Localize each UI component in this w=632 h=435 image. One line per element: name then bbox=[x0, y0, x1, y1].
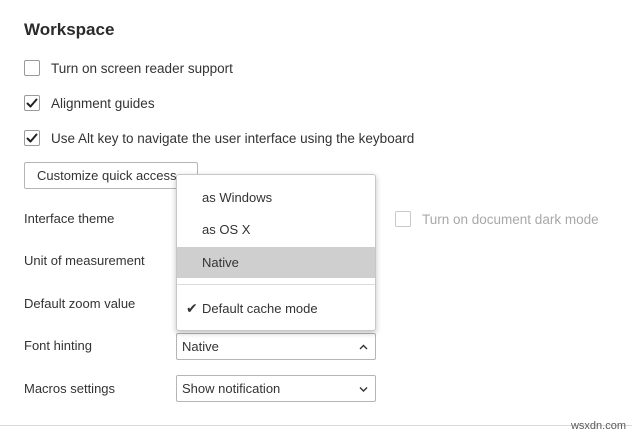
dark-mode-label: Turn on document dark mode bbox=[422, 211, 599, 227]
bottom-divider bbox=[0, 425, 632, 426]
macros-settings-select[interactable]: Show notification bbox=[176, 375, 376, 402]
font-hinting-select[interactable]: Native bbox=[176, 333, 376, 360]
interface-theme-label: Interface theme bbox=[24, 211, 115, 226]
dropdown-option-windows[interactable]: as Windows bbox=[177, 182, 375, 213]
dropdown-separator bbox=[177, 284, 375, 285]
font-hinting-label: Font hinting bbox=[24, 338, 92, 353]
section-title: Workspace bbox=[24, 20, 115, 39]
font-hinting-value: Native bbox=[182, 339, 219, 354]
watermark: wsxdn.com bbox=[570, 420, 626, 432]
alt-key-checkbox[interactable] bbox=[24, 130, 40, 146]
alignment-guides-checkbox[interactable] bbox=[24, 95, 40, 111]
dropdown-option-native[interactable]: Native bbox=[177, 247, 375, 278]
checkbox-row-alignment-guides[interactable]: Alignment guides bbox=[24, 94, 155, 112]
checkmark-icon bbox=[26, 133, 38, 143]
macros-settings-value: Show notification bbox=[182, 381, 281, 396]
customize-quick-access-button[interactable]: Customize quick access bbox=[24, 162, 198, 189]
macros-settings-label: Macros settings bbox=[24, 381, 116, 396]
default-zoom-label: Default zoom value bbox=[24, 296, 136, 311]
dark-mode-checkbox bbox=[395, 211, 411, 227]
chevron-up-icon bbox=[358, 334, 368, 359]
checkmark-icon bbox=[26, 98, 38, 108]
unit-of-measurement-label: Unit of measurement bbox=[24, 253, 145, 268]
default-cache-mode-label: Default cache mode bbox=[202, 301, 318, 316]
alignment-guides-label: Alignment guides bbox=[51, 95, 155, 111]
checkbox-row-alt-key[interactable]: Use Alt key to navigate the user interfa… bbox=[24, 129, 414, 147]
checkbox-row-screen-reader[interactable]: Turn on screen reader support bbox=[24, 59, 233, 77]
dropdown-option-default-cache-mode[interactable]: ✔ Default cache mode bbox=[177, 293, 375, 324]
checkmark-icon: ✔ bbox=[186, 300, 198, 316]
font-hinting-dropdown: as Windows as OS X Native ✔ Default cach… bbox=[176, 174, 376, 331]
dropdown-option-osx[interactable]: as OS X bbox=[177, 214, 375, 245]
screen-reader-label: Turn on screen reader support bbox=[51, 60, 233, 76]
alt-key-label: Use Alt key to navigate the user interfa… bbox=[51, 130, 415, 146]
screen-reader-checkbox[interactable] bbox=[24, 60, 40, 76]
chevron-down-icon bbox=[358, 376, 368, 401]
checkbox-row-dark-mode: Turn on document dark mode bbox=[395, 210, 599, 228]
